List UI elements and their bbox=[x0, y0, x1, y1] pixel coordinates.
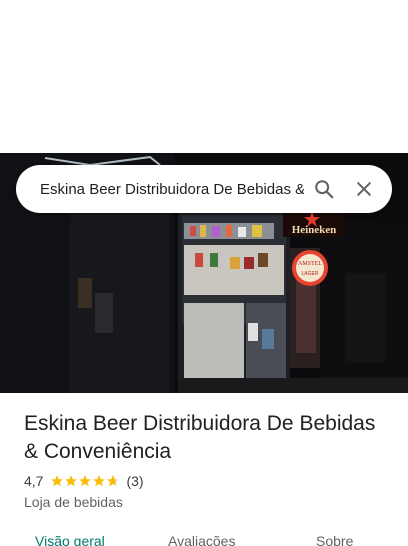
star-full-icon bbox=[79, 475, 92, 487]
star-partial-icon bbox=[107, 475, 120, 487]
rating-value: 4,7 bbox=[24, 473, 44, 489]
tab-overview[interactable]: Visão geral bbox=[35, 533, 105, 546]
rating-stars bbox=[50, 474, 120, 488]
place-tabs: Visão geral Avaliações Sobre bbox=[0, 530, 408, 546]
search-button[interactable] bbox=[304, 169, 344, 209]
search-icon bbox=[315, 180, 334, 199]
place-title: Eskina Beer Distribuidora De Bebidas & C… bbox=[24, 412, 376, 463]
search-input[interactable]: Eskina Beer Distribuidora De Bebidas & C… bbox=[40, 181, 304, 198]
tab-about[interactable]: Sobre bbox=[316, 533, 353, 546]
close-button[interactable] bbox=[344, 169, 384, 209]
star-full-icon bbox=[93, 475, 106, 487]
heineken-sign-text: Heineken bbox=[292, 224, 337, 236]
map-blank-area bbox=[0, 0, 408, 153]
tab-reviews[interactable]: Avaliações bbox=[168, 533, 235, 546]
amstel-sign-text: AMSTEL bbox=[298, 261, 322, 267]
star-full-icon bbox=[65, 475, 78, 487]
star-full-icon bbox=[51, 475, 64, 487]
amstel-sub-text: LAGER bbox=[302, 271, 319, 277]
place-category[interactable]: Loja de bebidas bbox=[24, 494, 123, 510]
review-count[interactable]: (3) bbox=[126, 473, 143, 489]
close-icon bbox=[357, 182, 371, 196]
search-bar[interactable]: Eskina Beer Distribuidora De Bebidas & C… bbox=[16, 165, 392, 213]
rating-row[interactable]: 4,7 (3) bbox=[24, 473, 144, 489]
